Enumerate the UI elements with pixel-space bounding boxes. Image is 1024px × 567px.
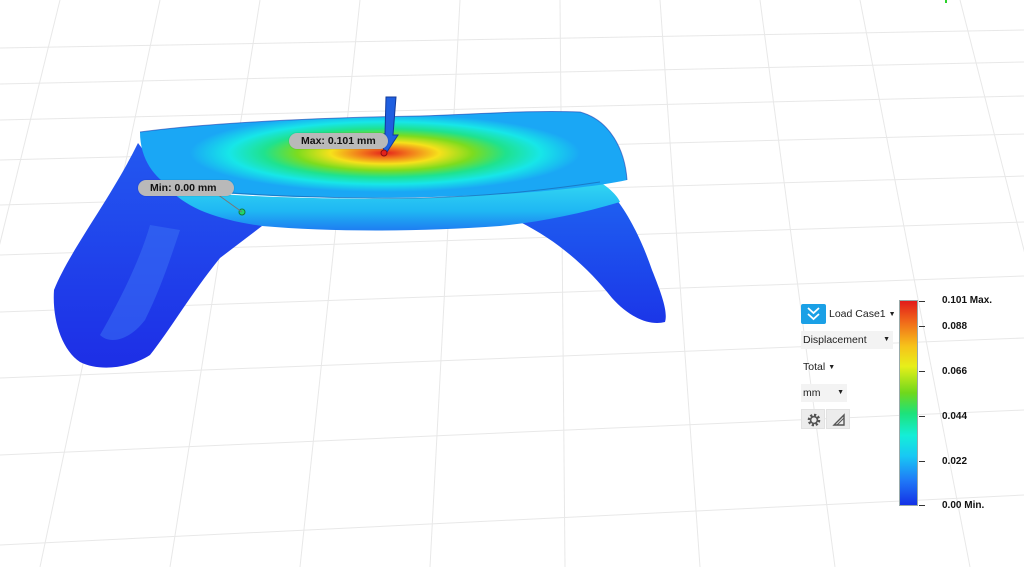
legend-orientation-button[interactable] xyxy=(826,409,850,429)
legend-label-min: 0.00 Min. xyxy=(942,500,985,511)
displacement-color-bar xyxy=(899,300,918,506)
legend-tick xyxy=(919,301,925,302)
legend-label: 0.066 xyxy=(942,366,968,377)
legend-tick xyxy=(919,416,925,417)
legend-tick xyxy=(919,461,925,462)
3d-viewport[interactable] xyxy=(0,0,1024,567)
legend-label: 0.044 xyxy=(942,411,968,422)
max-point-marker xyxy=(380,149,388,157)
unit-dropdown[interactable]: mm ▼ xyxy=(801,384,847,402)
component-label: Total xyxy=(803,361,826,373)
legend-tick xyxy=(919,371,925,372)
simulation-model-view[interactable] xyxy=(0,0,1024,567)
result-type-dropdown[interactable]: Displacement ▼ xyxy=(801,331,893,349)
chevron-down-icon: ▼ xyxy=(888,311,896,318)
model-body xyxy=(53,110,666,368)
max-probe-label[interactable]: Max: 0.101 mm xyxy=(289,133,388,149)
load-case-chevron-icon[interactable] xyxy=(801,304,826,324)
legend-tick xyxy=(919,326,925,327)
unit-label: mm xyxy=(803,387,821,399)
gear-icon xyxy=(807,413,821,427)
legend-tick xyxy=(919,505,925,506)
chevron-down-icon: ▼ xyxy=(828,364,836,371)
result-type-label: Displacement xyxy=(803,334,867,346)
min-probe-label[interactable]: Min: 0.00 mm xyxy=(138,180,234,196)
legend-label-max: 0.101 Max. xyxy=(942,295,993,306)
legend-settings-button[interactable] xyxy=(801,409,825,429)
chevron-down-icon: ▼ xyxy=(837,389,844,396)
load-case-label: Load Case1 xyxy=(829,308,886,320)
legend-label: 0.088 xyxy=(942,321,968,332)
chevron-down-icon: ▼ xyxy=(883,336,890,343)
component-dropdown[interactable]: Total ▼ xyxy=(801,358,835,376)
load-case-dropdown[interactable]: Load Case1 ▼ xyxy=(829,306,896,322)
legend-label: 0.022 xyxy=(942,456,968,467)
triangle-icon xyxy=(832,413,845,426)
